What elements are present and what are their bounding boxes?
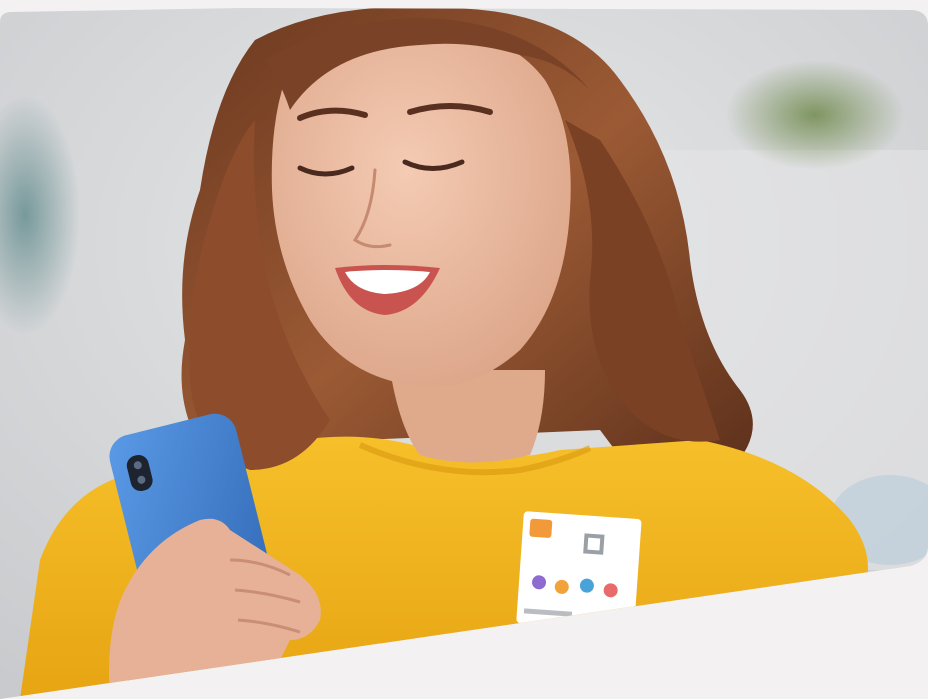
page <box>0 0 928 699</box>
hero-photo <box>0 0 928 699</box>
